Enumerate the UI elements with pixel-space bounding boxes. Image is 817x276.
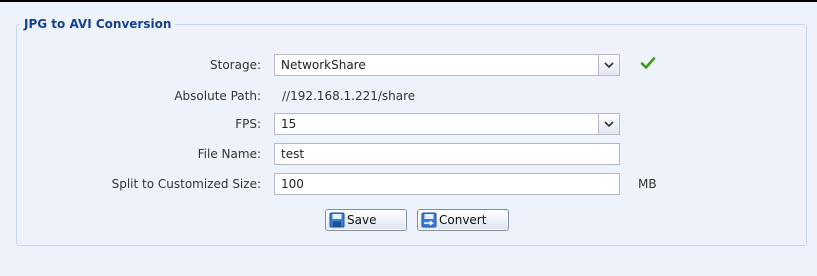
floppy-disk-icon: [329, 212, 345, 228]
absolute-path-value: //192.168.1.221/share: [282, 89, 416, 103]
file-name-input[interactable]: test: [274, 143, 620, 165]
storage-select-value: NetworkShare: [281, 58, 366, 72]
storage-label: Storage:: [210, 58, 261, 72]
fps-select[interactable]: 15: [274, 113, 620, 135]
absolute-path-label: Absolute Path:: [174, 89, 261, 103]
convert-icon: [421, 212, 437, 228]
chevron-down-icon[interactable]: [598, 114, 619, 134]
save-button-label: Save: [347, 213, 377, 227]
conversion-panel: JPG to AVI Conversion Storage: NetworkSh…: [0, 2, 817, 276]
section-title: JPG to AVI Conversion: [20, 17, 176, 31]
split-size-unit: MB: [638, 177, 657, 191]
file-name-label: File Name:: [197, 147, 261, 161]
split-size-label: Split to Customized Size:: [111, 177, 261, 191]
fps-label: FPS:: [235, 117, 261, 131]
convert-button[interactable]: Convert: [417, 209, 509, 231]
checkmark-icon: [640, 55, 656, 71]
split-size-input[interactable]: 100: [274, 173, 620, 195]
convert-button-label: Convert: [439, 213, 487, 227]
storage-select[interactable]: NetworkShare: [274, 54, 620, 76]
chevron-down-icon[interactable]: [598, 55, 619, 75]
fps-select-value: 15: [281, 117, 297, 131]
save-button[interactable]: Save: [325, 209, 407, 231]
